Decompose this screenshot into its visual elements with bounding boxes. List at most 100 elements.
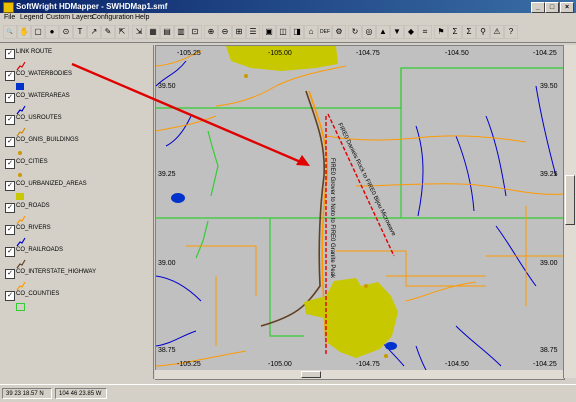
lon-label-bottom: -104.25 <box>533 361 557 368</box>
legend-symbol-icon <box>16 281 26 291</box>
target-icon[interactable]: ⊙ <box>59 25 73 39</box>
split-icon[interactable]: ◫ <box>276 25 290 39</box>
menu-custom-layers[interactable]: Custom Layers <box>46 14 93 21</box>
legend-checkbox[interactable]: ✓ <box>5 269 15 279</box>
fill-icon[interactable]: ▣ <box>262 25 276 39</box>
panel-icon[interactable]: ◨ <box>290 25 304 39</box>
legend-checkbox[interactable]: ✓ <box>5 225 15 235</box>
up-icon[interactable]: ▲ <box>376 25 390 39</box>
legend-label: CO_GNIS_BUILDINGS <box>16 137 79 143</box>
legend-checkbox[interactable]: ✓ <box>5 291 15 301</box>
flag-icon[interactable]: ⚑ <box>434 25 448 39</box>
legend-checkbox[interactable]: ✓ <box>5 181 15 191</box>
menu-help[interactable]: Help <box>135 14 149 21</box>
extent-icon[interactable]: ⊞ <box>232 25 246 39</box>
menu-file[interactable]: File <box>4 14 15 21</box>
horizontal-scroll-thumb[interactable] <box>301 371 321 378</box>
down-icon[interactable]: ▼ <box>390 25 404 39</box>
legend-checkbox[interactable]: ✓ <box>5 247 15 257</box>
status-latitude: 39 23 18.57 N <box>2 388 52 399</box>
close-button[interactable]: × <box>560 2 574 13</box>
refresh-icon[interactable]: ↻ <box>348 25 362 39</box>
lon-label-bottom: -104.50 <box>445 361 469 368</box>
pan-icon[interactable]: ✋ <box>17 25 31 39</box>
info-icon[interactable]: ● <box>45 25 59 39</box>
legend-checkbox[interactable]: ✓ <box>5 71 15 81</box>
lon-label-top: -105.25 <box>177 50 201 57</box>
lon-label-top: -104.50 <box>445 50 469 57</box>
lon-label-bottom: -105.00 <box>268 361 292 368</box>
lat-label-right: 39.25 <box>540 171 558 178</box>
frame-icon[interactable]: ⊡ <box>188 25 202 39</box>
route-label: FIRE0 Grover to Noto to FIRE0 Granite Pe… <box>329 158 335 279</box>
legend-checkbox[interactable]: ✓ <box>5 115 15 125</box>
legend-label: CO_ROADS <box>16 203 50 209</box>
city-dot <box>364 284 368 288</box>
legend-symbol-icon <box>18 151 22 155</box>
defaults-icon[interactable]: DEF <box>318 25 332 39</box>
lat-label-right: 38.75 <box>540 347 558 354</box>
warning-icon[interactable]: ⚠ <box>490 25 504 39</box>
menu-legend[interactable]: Legend <box>20 14 43 21</box>
legend-label: CO_RIVERS <box>16 225 51 231</box>
select-all-icon[interactable]: ⇱ <box>115 25 129 39</box>
legend-label: CO_WATERAREAS <box>16 93 70 99</box>
sigma-icon[interactable]: Σ <box>448 25 462 39</box>
menu-configuration[interactable]: Configuration <box>92 14 134 21</box>
grid-icon[interactable]: ▦ <box>146 25 160 39</box>
sigma2-icon[interactable]: Σ <box>462 25 476 39</box>
lat-label-left: 39.25 <box>158 171 176 178</box>
legend-checkbox[interactable]: ✓ <box>5 93 15 103</box>
window-title: SoftWright HDMapper - SWHDMap1.smf <box>16 2 168 11</box>
legend-checkbox[interactable]: ✓ <box>5 49 15 59</box>
arrow-icon[interactable]: ↗ <box>87 25 101 39</box>
globe-icon[interactable]: ◎ <box>362 25 376 39</box>
vertical-scrollbar[interactable] <box>563 45 576 378</box>
legend-item[interactable]: ✓ CO_COUNTIES <box>0 291 150 333</box>
list-icon[interactable]: ▤ <box>160 25 174 39</box>
tool-icon[interactable]: ⚲ <box>476 25 490 39</box>
status-longitude: 104 46 23.85 W <box>55 388 107 399</box>
settings-icon[interactable]: ⚙ <box>332 25 346 39</box>
layers-icon[interactable]: ▥ <box>174 25 188 39</box>
legend-checkbox[interactable]: ✓ <box>5 137 15 147</box>
lat-label-left: 38.75 <box>158 347 176 354</box>
legend-symbol-icon <box>16 105 26 115</box>
deselect-icon[interactable]: ⇲ <box>132 25 146 39</box>
legend-label: CO_URBANIZED_AREAS <box>16 181 87 187</box>
zoom-in-icon[interactable]: ⊕ <box>204 25 218 39</box>
select-icon[interactable]: ▢ <box>31 25 45 39</box>
home-icon[interactable]: ⌂ <box>304 25 318 39</box>
lon-label-top: -104.25 <box>533 50 557 57</box>
vertical-scroll-thumb[interactable] <box>565 175 575 225</box>
menu-icon[interactable]: ☰ <box>246 25 260 39</box>
legend-label: CO_CITIES <box>16 159 48 165</box>
legend-label: CO_RAILROADS <box>16 247 64 253</box>
zoom-icon[interactable]: 🔍 <box>3 25 17 39</box>
legend-symbol-icon <box>16 127 26 137</box>
lon-label-top: -104.75 <box>356 50 380 57</box>
minimize-button[interactable]: _ <box>531 2 545 13</box>
help-icon[interactable]: ? <box>504 25 518 39</box>
legend-checkbox[interactable]: ✓ <box>5 159 15 169</box>
legend-symbol-icon <box>16 303 25 311</box>
legend-label: CO_COUNTIES <box>16 291 60 297</box>
lat-label-right: 39.00 <box>540 260 558 267</box>
toolbar: 🔍 ✋ ▢ ● ⊙ T ↗ ✎ ⇱ ⇲ ▦ ▤ ▥ ⊡ ⊕ ⊖ ⊞ ☰ ▣ ◫ ◨ ⌂ DEF ⚙ ↻ ◎ ▲ ▼ ◆ ⌗ ⚑ Σ Σ ⚲ ⚠? <box>0 24 576 43</box>
app-icon <box>3 2 14 13</box>
waterbody <box>171 193 185 203</box>
legend-symbol-icon <box>18 173 22 177</box>
zoom-out-icon[interactable]: ⊖ <box>218 25 232 39</box>
hash-icon[interactable]: ⌗ <box>418 25 432 39</box>
map-view[interactable]: FIRE0 Daniels Rock to FIRE0 Bijou Microw… <box>155 45 565 380</box>
horizontal-scrollbar[interactable] <box>155 370 563 379</box>
lat-label-left: 39.00 <box>158 260 176 267</box>
map-canvas[interactable]: FIRE0 Daniels Rock to FIRE0 Bijou Microw… <box>156 46 564 379</box>
maximize-button[interactable]: □ <box>545 2 559 13</box>
diamond-icon[interactable]: ◆ <box>404 25 418 39</box>
pencil-icon[interactable]: ✎ <box>101 25 115 39</box>
menu-bar: File Legend Custom Layers Configuration … <box>0 13 576 24</box>
legend-checkbox[interactable]: ✓ <box>5 203 15 213</box>
text-icon[interactable]: T <box>73 25 87 39</box>
lon-label-bottom: -105.25 <box>177 361 201 368</box>
